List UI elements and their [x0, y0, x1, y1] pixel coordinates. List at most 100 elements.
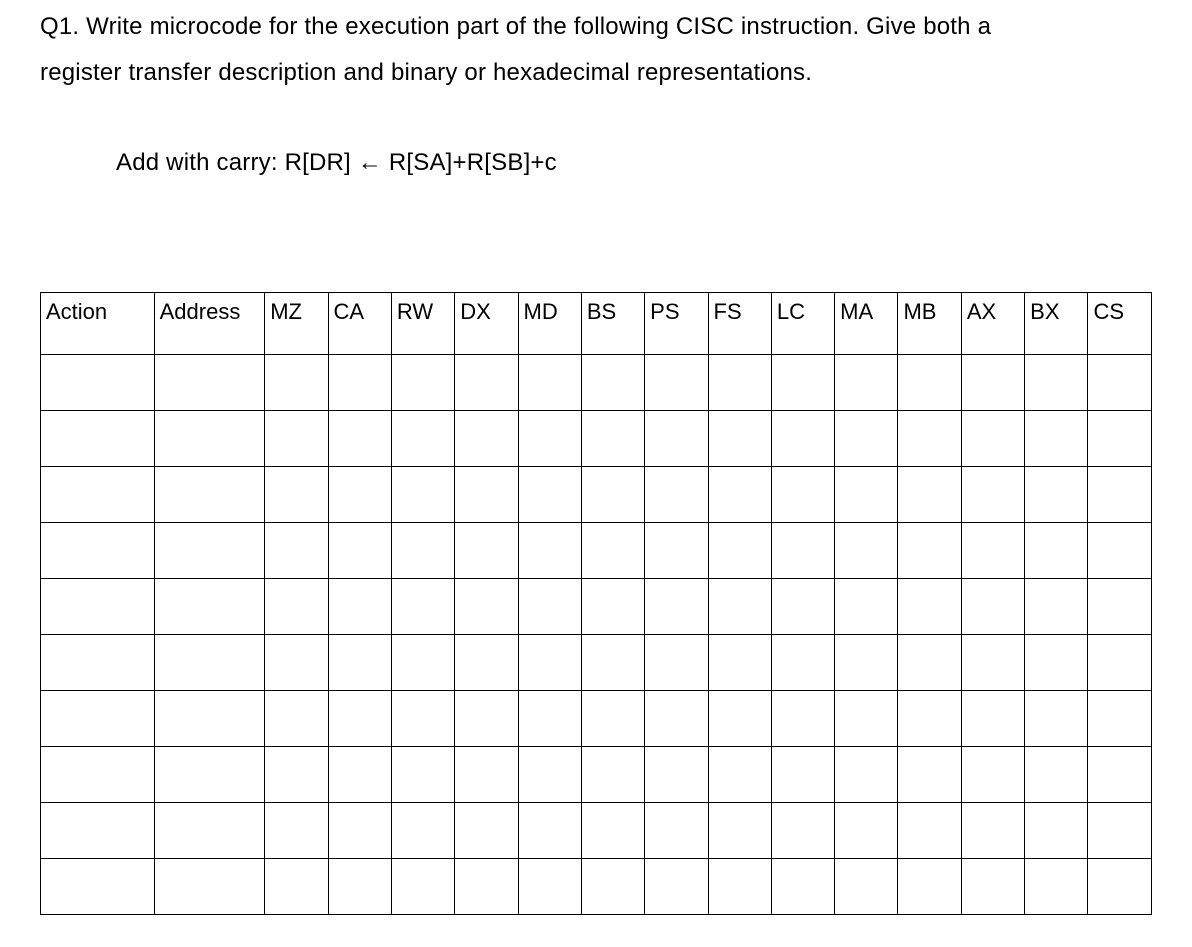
table-cell	[708, 691, 771, 747]
table-cell	[835, 859, 898, 915]
table-cell	[645, 523, 708, 579]
table-cell	[645, 411, 708, 467]
table-cell	[708, 579, 771, 635]
table-cell	[771, 747, 834, 803]
col-address: Address	[154, 293, 265, 355]
table-row	[41, 803, 1152, 859]
table-cell	[391, 579, 454, 635]
table-cell	[898, 467, 961, 523]
table-cell	[708, 859, 771, 915]
table-row	[41, 355, 1152, 411]
table-cell	[518, 523, 581, 579]
table-cell	[708, 467, 771, 523]
table-cell	[1088, 747, 1152, 803]
col-ca: CA	[328, 293, 391, 355]
table-cell	[391, 411, 454, 467]
table-cell	[1088, 803, 1152, 859]
table-cell	[581, 691, 644, 747]
table-cell	[265, 355, 328, 411]
table-cell	[518, 691, 581, 747]
table-row	[41, 747, 1152, 803]
table-row	[41, 579, 1152, 635]
table-cell	[391, 803, 454, 859]
table-cell	[898, 523, 961, 579]
col-ps: PS	[645, 293, 708, 355]
table-cell	[391, 523, 454, 579]
table-cell	[41, 467, 155, 523]
table-cell	[835, 523, 898, 579]
table-cell	[328, 691, 391, 747]
table-cell	[1025, 467, 1088, 523]
table-cell	[41, 411, 155, 467]
table-cell	[581, 747, 644, 803]
table-cell	[1088, 691, 1152, 747]
table-cell	[41, 859, 155, 915]
table-cell	[581, 523, 644, 579]
table-cell	[708, 747, 771, 803]
table-cell	[645, 635, 708, 691]
table-cell	[961, 747, 1024, 803]
table-cell	[154, 579, 265, 635]
table-cell	[581, 411, 644, 467]
col-ax: AX	[961, 293, 1024, 355]
table-cell	[41, 803, 155, 859]
table-cell	[645, 467, 708, 523]
table-cell	[154, 635, 265, 691]
table-cell	[581, 355, 644, 411]
table-cell	[1025, 747, 1088, 803]
table-cell	[391, 747, 454, 803]
table-row	[41, 691, 1152, 747]
table-row	[41, 411, 1152, 467]
table-cell	[154, 803, 265, 859]
table-cell	[154, 747, 265, 803]
table-cell	[581, 635, 644, 691]
table-cell	[961, 803, 1024, 859]
table-cell	[771, 355, 834, 411]
col-fs: FS	[708, 293, 771, 355]
table-cell	[581, 467, 644, 523]
table-cell	[645, 803, 708, 859]
col-dx: DX	[455, 293, 518, 355]
table-row	[41, 467, 1152, 523]
table-cell	[961, 355, 1024, 411]
table-cell	[328, 635, 391, 691]
col-bs: BS	[581, 293, 644, 355]
table-cell	[518, 355, 581, 411]
table-body	[41, 355, 1152, 915]
table-cell	[898, 803, 961, 859]
table-cell	[771, 691, 834, 747]
table-cell	[708, 523, 771, 579]
table-cell	[265, 411, 328, 467]
table-cell	[645, 579, 708, 635]
table-cell	[455, 747, 518, 803]
question-line-2: register transfer description and binary…	[40, 50, 1152, 96]
table-cell	[455, 579, 518, 635]
table-cell	[328, 411, 391, 467]
table-cell	[41, 635, 155, 691]
table-cell	[835, 747, 898, 803]
table-row	[41, 523, 1152, 579]
table-cell	[961, 411, 1024, 467]
table-cell	[518, 803, 581, 859]
table-cell	[154, 691, 265, 747]
col-lc: LC	[771, 293, 834, 355]
table-cell	[455, 635, 518, 691]
table-cell	[1025, 691, 1088, 747]
table-cell	[455, 691, 518, 747]
table-cell	[1025, 579, 1088, 635]
table-cell	[581, 803, 644, 859]
table-cell	[835, 579, 898, 635]
table-cell	[1025, 859, 1088, 915]
table-cell	[455, 523, 518, 579]
table-cell	[1025, 523, 1088, 579]
table-cell	[835, 803, 898, 859]
table-cell	[961, 523, 1024, 579]
table-cell	[898, 579, 961, 635]
table-cell	[771, 803, 834, 859]
table-cell	[391, 355, 454, 411]
table-cell	[1088, 467, 1152, 523]
table-cell	[708, 803, 771, 859]
table-cell	[518, 747, 581, 803]
table-cell	[265, 523, 328, 579]
document-page: Q1. Write microcode for the execution pa…	[0, 0, 1192, 935]
